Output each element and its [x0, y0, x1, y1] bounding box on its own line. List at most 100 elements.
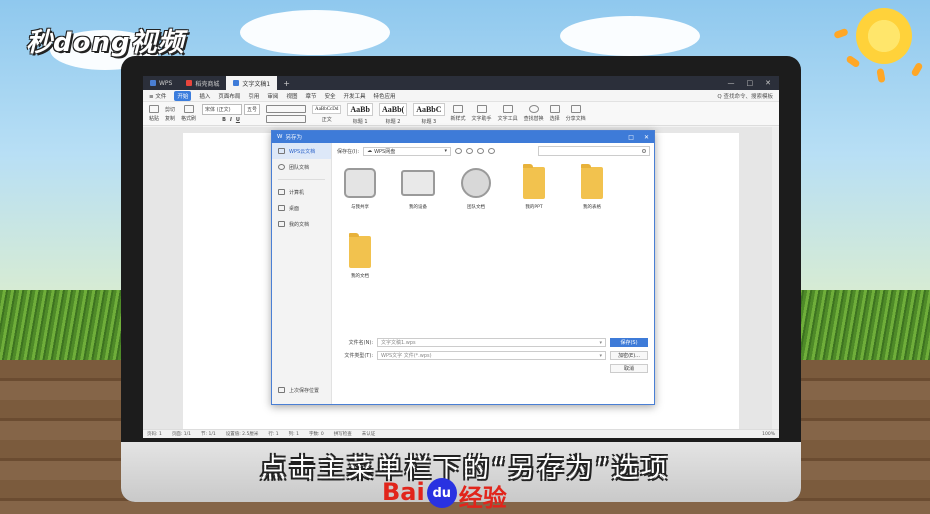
- sun-ray: [845, 54, 861, 69]
- bold-button[interactable]: B: [222, 117, 226, 123]
- copy-button[interactable]: 复制: [165, 115, 175, 122]
- cancel-button[interactable]: 取消: [610, 364, 648, 373]
- folder-my-documents[interactable]: 我的文档: [341, 233, 379, 295]
- find-replace-label: 查找替换: [523, 116, 544, 122]
- dialog-title-bar: W 另存为 □ ✕: [272, 131, 654, 143]
- close-button[interactable]: ✕: [765, 79, 771, 87]
- location-toolbar: 保存在(I): ☁ WPS网盘 ▾: [333, 143, 654, 159]
- filename-input[interactable]: 文字文稿1.wps ▾: [377, 338, 606, 347]
- folder-my-ppt[interactable]: 我的PPT: [515, 164, 553, 226]
- menu-item-start[interactable]: 开始: [174, 90, 192, 101]
- cursor-icon: [549, 105, 560, 113]
- file-search-input[interactable]: [538, 146, 650, 156]
- view-mode-icon[interactable]: [488, 148, 496, 154]
- folder-my-sheets[interactable]: 我的表格: [573, 164, 611, 226]
- menu-item-references[interactable]: 引用: [248, 92, 259, 100]
- cut-button[interactable]: 剪切: [165, 106, 175, 113]
- style-heading-2[interactable]: AaBb( 标题 2: [378, 102, 408, 125]
- up-folder-icon[interactable]: [466, 148, 474, 154]
- find-replace-button[interactable]: 查找替换: [524, 105, 544, 122]
- certification-status[interactable]: 未认证: [362, 431, 376, 437]
- folder-icon: [581, 164, 603, 199]
- watermark-bai: Bai: [382, 478, 425, 506]
- menu-item-insert[interactable]: 插入: [199, 92, 210, 100]
- desktop-icon: [278, 205, 285, 211]
- font-size-select[interactable]: 五号: [244, 104, 261, 115]
- sidebar-item-wps-cloud[interactable]: WPS云文档: [272, 143, 331, 159]
- style-label: 标题 3: [421, 118, 437, 125]
- filetype-label: 文件类型(T):: [344, 353, 373, 359]
- zoom-level[interactable]: 100%: [762, 432, 775, 437]
- menu-item-security[interactable]: 安全: [324, 92, 335, 100]
- align-icons[interactable]: [266, 104, 307, 113]
- style-heading-3[interactable]: AaBbC 标题 3: [413, 102, 445, 125]
- paste-button[interactable]: 粘贴: [149, 105, 159, 122]
- format-painter-label: 格式刷: [181, 116, 197, 122]
- folder-shared-with-me[interactable]: 与我共享: [341, 165, 379, 226]
- folder-my-devices[interactable]: 我的设备: [399, 165, 437, 226]
- status-bar: 页码: 1 页面: 1/1 节: 1/1 设置值: 2.5厘米 行: 1 列: …: [143, 429, 779, 438]
- underline-button[interactable]: U: [236, 117, 240, 123]
- menu-item-review[interactable]: 审阅: [267, 92, 278, 100]
- style-sample: AaBb: [347, 102, 373, 116]
- cloud-icon: [278, 148, 285, 154]
- divider: [278, 179, 325, 180]
- title-bar: WPS 稻壳商城 文字文稿1 + — □ ✕: [143, 76, 779, 90]
- dialog-maximize-button[interactable]: □: [628, 134, 634, 141]
- command-search[interactable]: Q 查找命令、搜索模板: [717, 92, 773, 100]
- sidebar-item-team-docs[interactable]: 团队文档: [272, 159, 331, 175]
- tab-label: WPS: [159, 79, 173, 87]
- team-icon: [278, 164, 285, 170]
- encrypt-button[interactable]: 加密(E)...: [610, 351, 648, 360]
- menu-item-section[interactable]: 章节: [305, 92, 316, 100]
- save-button[interactable]: 保存(S): [610, 338, 648, 347]
- sidebar-item-label: 桌面: [289, 205, 300, 212]
- filetype-select[interactable]: WPS文字 文件(*.wps) ▾: [377, 351, 606, 360]
- share-button[interactable]: 分享文档: [566, 105, 586, 122]
- file-menu[interactable]: ≡ 文件: [149, 92, 166, 100]
- new-folder-icon[interactable]: [477, 148, 485, 154]
- style-sample: AaBb(: [378, 102, 408, 116]
- back-icon[interactable]: [455, 148, 463, 154]
- dialog-close-button[interactable]: ✕: [644, 134, 649, 141]
- new-style-button[interactable]: 新样式: [451, 105, 466, 122]
- save-in-label: 保存在(I):: [337, 148, 360, 155]
- menu-item-features[interactable]: 特色应用: [374, 92, 396, 100]
- text-tools-button[interactable]: 文字工具: [498, 105, 518, 122]
- last-save-location[interactable]: 上次保存位置: [272, 382, 325, 398]
- tab-document[interactable]: 文字文稿1: [226, 76, 278, 90]
- text-assistant-button[interactable]: 文字助手: [472, 105, 492, 122]
- new-tab-button[interactable]: +: [277, 79, 296, 88]
- select-button[interactable]: 选择: [549, 105, 560, 122]
- vertical-scrollbar[interactable]: [772, 127, 779, 429]
- style-normal[interactable]: AaBbCcDd 正文: [312, 104, 342, 123]
- sidebar-item-my-documents[interactable]: 我的文档: [272, 216, 331, 232]
- menu-item-developer[interactable]: 开发工具: [343, 92, 365, 100]
- word-count[interactable]: 字数: 0: [309, 431, 324, 437]
- maximize-button[interactable]: □: [747, 79, 754, 87]
- style-heading-1[interactable]: AaBb 标题 1: [347, 102, 373, 125]
- sidebar-item-desktop[interactable]: 桌面: [272, 200, 331, 216]
- device-icon: [401, 170, 435, 196]
- font-select[interactable]: 宋体 (正文): [202, 104, 243, 115]
- menu-item-view[interactable]: 视图: [286, 92, 297, 100]
- share-label: 分享文档: [565, 116, 586, 122]
- ribbon-toolbar: 粘贴 剪切 复制 格式刷 宋体 (正文) 五号 B I U AaBbCcDd 正…: [143, 102, 779, 126]
- sidebar-item-label: 我的文档: [289, 221, 310, 228]
- paste-label: 粘贴: [149, 116, 160, 122]
- list-icons[interactable]: [266, 114, 307, 123]
- folder-team-docs[interactable]: 团队文档: [457, 165, 495, 226]
- italic-button[interactable]: I: [230, 117, 232, 123]
- tab-store[interactable]: 稻壳商城: [179, 76, 226, 90]
- save-location-select[interactable]: ☁ WPS网盘 ▾: [363, 146, 452, 156]
- minimize-button[interactable]: —: [728, 79, 735, 87]
- save-form: 文件名(N): 文字文稿1.wps ▾ 保存(S) 文件类型(T): WPS文字…: [341, 337, 648, 376]
- tab-wps[interactable]: WPS: [143, 76, 179, 90]
- menu-item-layout[interactable]: 页面布局: [218, 92, 240, 100]
- item-label: 与我共享: [351, 205, 369, 210]
- document-icon: [476, 105, 487, 113]
- sidebar-item-computer[interactable]: 计算机: [272, 184, 331, 200]
- spell-check[interactable]: 拼写检查: [334, 431, 352, 437]
- paragraph-group: [266, 104, 307, 123]
- format-painter-button[interactable]: 格式刷: [181, 105, 196, 122]
